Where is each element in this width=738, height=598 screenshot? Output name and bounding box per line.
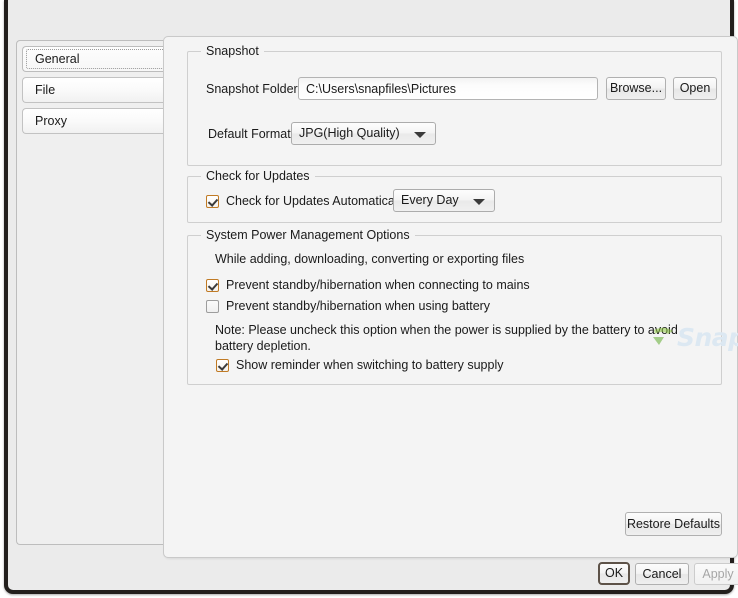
updates-group: Check for Updates Check for Updates Auto… bbox=[187, 169, 722, 223]
restore-defaults-button[interactable]: Restore Defaults bbox=[625, 512, 722, 536]
updates-group-title: Check for Updates bbox=[201, 169, 315, 183]
open-button[interactable]: Open bbox=[673, 77, 717, 100]
default-format-label: Default Format: bbox=[208, 127, 295, 141]
tab-general[interactable]: General bbox=[22, 46, 171, 72]
battery-reminder-label: Show reminder when switching to battery … bbox=[236, 358, 504, 372]
chevron-down-icon bbox=[414, 131, 426, 138]
settings-content-panel: Snapshot Snapshot Folder: Browse... Open… bbox=[163, 36, 738, 558]
chevron-down-icon bbox=[473, 198, 485, 205]
ok-button[interactable]: OK bbox=[598, 562, 630, 585]
prevent-standby-mains-label: Prevent standby/hibernation when connect… bbox=[226, 278, 530, 292]
prevent-standby-battery-checkbox[interactable] bbox=[206, 300, 219, 313]
update-interval-value: Every Day bbox=[401, 193, 459, 207]
auto-update-label: Check for Updates Automatically: bbox=[226, 194, 411, 208]
snapshot-folder-input[interactable] bbox=[298, 77, 598, 100]
cancel-button[interactable]: Cancel bbox=[635, 563, 689, 585]
tab-strip: General File Proxy bbox=[16, 40, 171, 545]
default-format-select[interactable]: JPG(High Quality) bbox=[291, 122, 436, 145]
default-format-value: JPG(High Quality) bbox=[299, 126, 400, 140]
apply-button[interactable]: Apply bbox=[694, 563, 738, 585]
auto-update-checkbox[interactable] bbox=[206, 195, 219, 208]
cancel-button-label: Cancel bbox=[642, 567, 682, 581]
restore-defaults-label: Restore Defaults bbox=[626, 517, 721, 531]
tab-file[interactable]: File bbox=[22, 77, 171, 103]
apply-button-label: Apply bbox=[702, 567, 734, 581]
prevent-standby-mains-checkbox[interactable] bbox=[206, 279, 219, 292]
settings-window: General File Proxy Snapshot Snapshot Fol… bbox=[4, 0, 738, 594]
tab-proxy[interactable]: Proxy bbox=[22, 108, 171, 134]
browse-button[interactable]: Browse... bbox=[606, 77, 666, 100]
prevent-standby-battery-label: Prevent standby/hibernation when using b… bbox=[226, 299, 491, 313]
browse-button-label: Browse... bbox=[609, 81, 663, 95]
snapshot-group-title: Snapshot bbox=[201, 44, 264, 58]
power-management-group: System Power Management Options While ad… bbox=[187, 228, 722, 385]
power-note-text: Note: Please uncheck this option when th… bbox=[215, 323, 678, 353]
tab-file-label: File bbox=[35, 83, 56, 97]
tab-general-label: General bbox=[35, 52, 80, 66]
power-management-group-title: System Power Management Options bbox=[201, 228, 415, 242]
battery-reminder-checkbox[interactable] bbox=[216, 359, 229, 372]
update-interval-select[interactable]: Every Day bbox=[393, 189, 495, 212]
power-intro-text: While adding, downloading, converting or… bbox=[215, 252, 525, 266]
tab-proxy-label: Proxy bbox=[35, 114, 67, 128]
open-button-label: Open bbox=[679, 81, 711, 95]
ok-button-label: OK bbox=[604, 566, 624, 580]
snapshot-folder-label: Snapshot Folder: bbox=[206, 82, 302, 96]
snapshot-group: Snapshot Snapshot Folder: Browse... Open… bbox=[187, 44, 722, 166]
